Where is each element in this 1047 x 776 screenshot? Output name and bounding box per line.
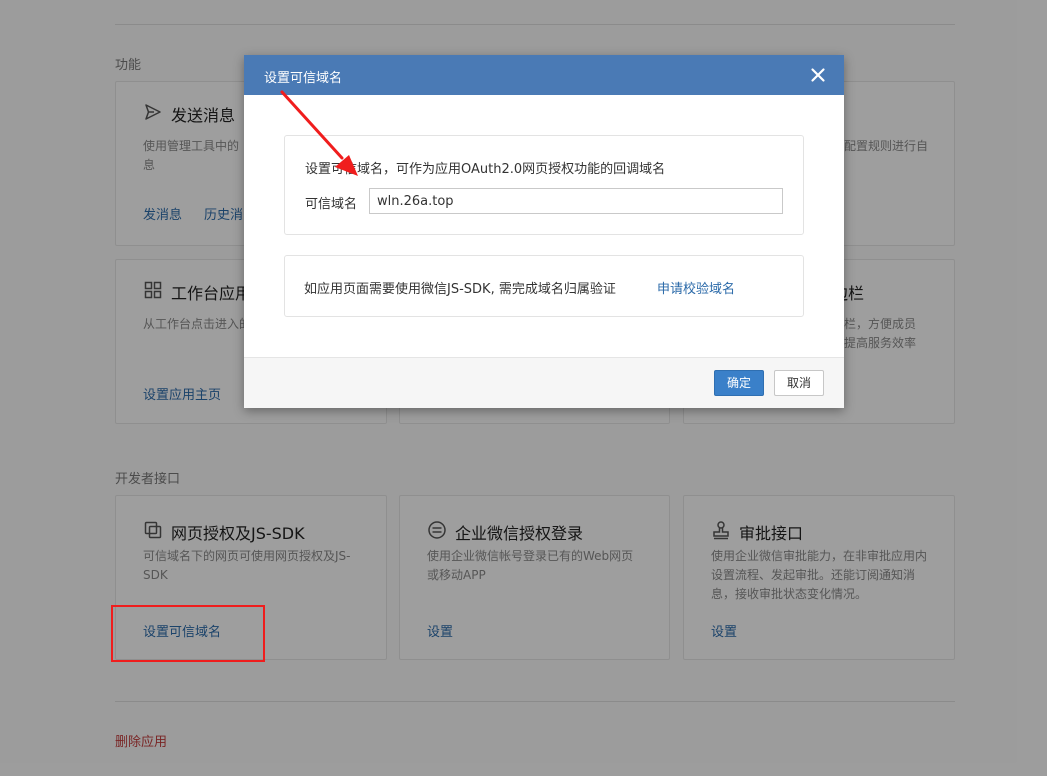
trusted-domain-dialog: 设置可信域名 设置可信域名，可作为应用OAuth2.0网页授权功能的回调域名 可… [244,55,844,408]
dialog-description: 设置可信域名，可作为应用OAuth2.0网页授权功能的回调域名 [305,162,666,177]
confirm-button[interactable]: 确定 [714,370,764,396]
close-icon[interactable] [810,67,826,83]
cancel-button[interactable]: 取消 [774,370,824,396]
dialog-header: 设置可信域名 [244,55,844,95]
trusted-domain-input[interactable] [369,188,783,214]
dialog-footer: 确定 取消 [244,357,844,408]
verification-description: 如应用页面需要使用微信JS-SDK, 需完成域名归属验证 [304,282,616,297]
domain-field-label: 可信域名 [305,197,358,212]
domain-settings-box: 设置可信域名，可作为应用OAuth2.0网页授权功能的回调域名 可信域名 [284,135,804,235]
annotation-highlight-box [111,605,265,662]
domain-verification-box: 如应用页面需要使用微信JS-SDK, 需完成域名归属验证 申请校验域名 [284,255,804,317]
dialog-title: 设置可信域名 [264,71,343,86]
apply-verify-domain-link[interactable]: 申请校验域名 [657,278,735,297]
